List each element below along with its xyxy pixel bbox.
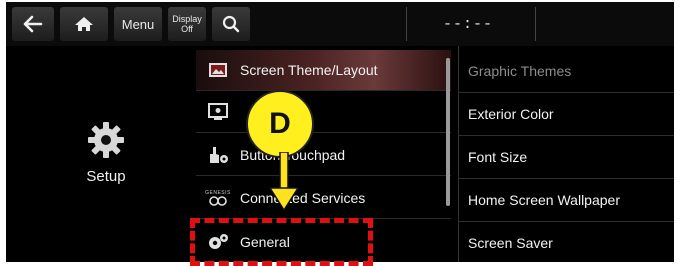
hand-gear-icon — [196, 145, 240, 165]
setup-label: Setup — [86, 168, 126, 185]
menu-item-screen-theme[interactable]: Screen Theme/Layout — [196, 50, 451, 91]
submenu-item-graphic-themes[interactable]: Graphic Themes — [458, 50, 674, 93]
menu-item-connected-services[interactable]: GENESIS Connected Services — [196, 178, 451, 219]
search-icon — [222, 15, 240, 33]
clock: --:-- — [406, 7, 536, 41]
arrow-left-icon — [23, 15, 43, 33]
display-off-label-line2: Off — [181, 24, 193, 34]
submenu-item-home-wallpaper[interactable]: Home Screen Wallpaper — [458, 179, 674, 222]
menu-item-button-touchpad[interactable]: Button/Touchpad — [196, 135, 451, 176]
display-brightness-icon — [196, 103, 240, 121]
menu-button[interactable]: Menu — [114, 7, 162, 41]
submenu-item-exterior-color[interactable]: Exterior Color — [458, 93, 674, 136]
submenu-item-screen-saver[interactable]: Screen Saver — [458, 222, 674, 262]
submenu-item-font-size[interactable]: Font Size — [458, 136, 674, 179]
search-button[interactable] — [212, 7, 250, 41]
top-bar: Menu Display Off --:-- — [6, 2, 674, 46]
menu-scrollbar[interactable] — [446, 58, 450, 206]
back-button[interactable] — [12, 7, 54, 41]
callout-arrow-icon — [268, 152, 300, 212]
display-off-button[interactable]: Display Off — [168, 7, 206, 41]
callout-marker: D — [246, 90, 314, 158]
screen-theme-submenu: Graphic Themes Exterior Color Font Size … — [458, 46, 674, 262]
genesis-connected-icon: GENESIS — [196, 190, 240, 206]
image-icon — [196, 62, 240, 78]
home-button[interactable] — [60, 7, 108, 41]
setup-section[interactable]: Setup — [66, 114, 146, 194]
menu-item-label: Screen Theme/Layout — [240, 62, 378, 78]
display-off-label-line1: Display — [172, 14, 202, 24]
callout-highlight-box — [190, 218, 373, 266]
home-icon — [75, 17, 93, 31]
menu-item-display[interactable] — [196, 92, 451, 133]
gear-icon — [88, 122, 124, 158]
